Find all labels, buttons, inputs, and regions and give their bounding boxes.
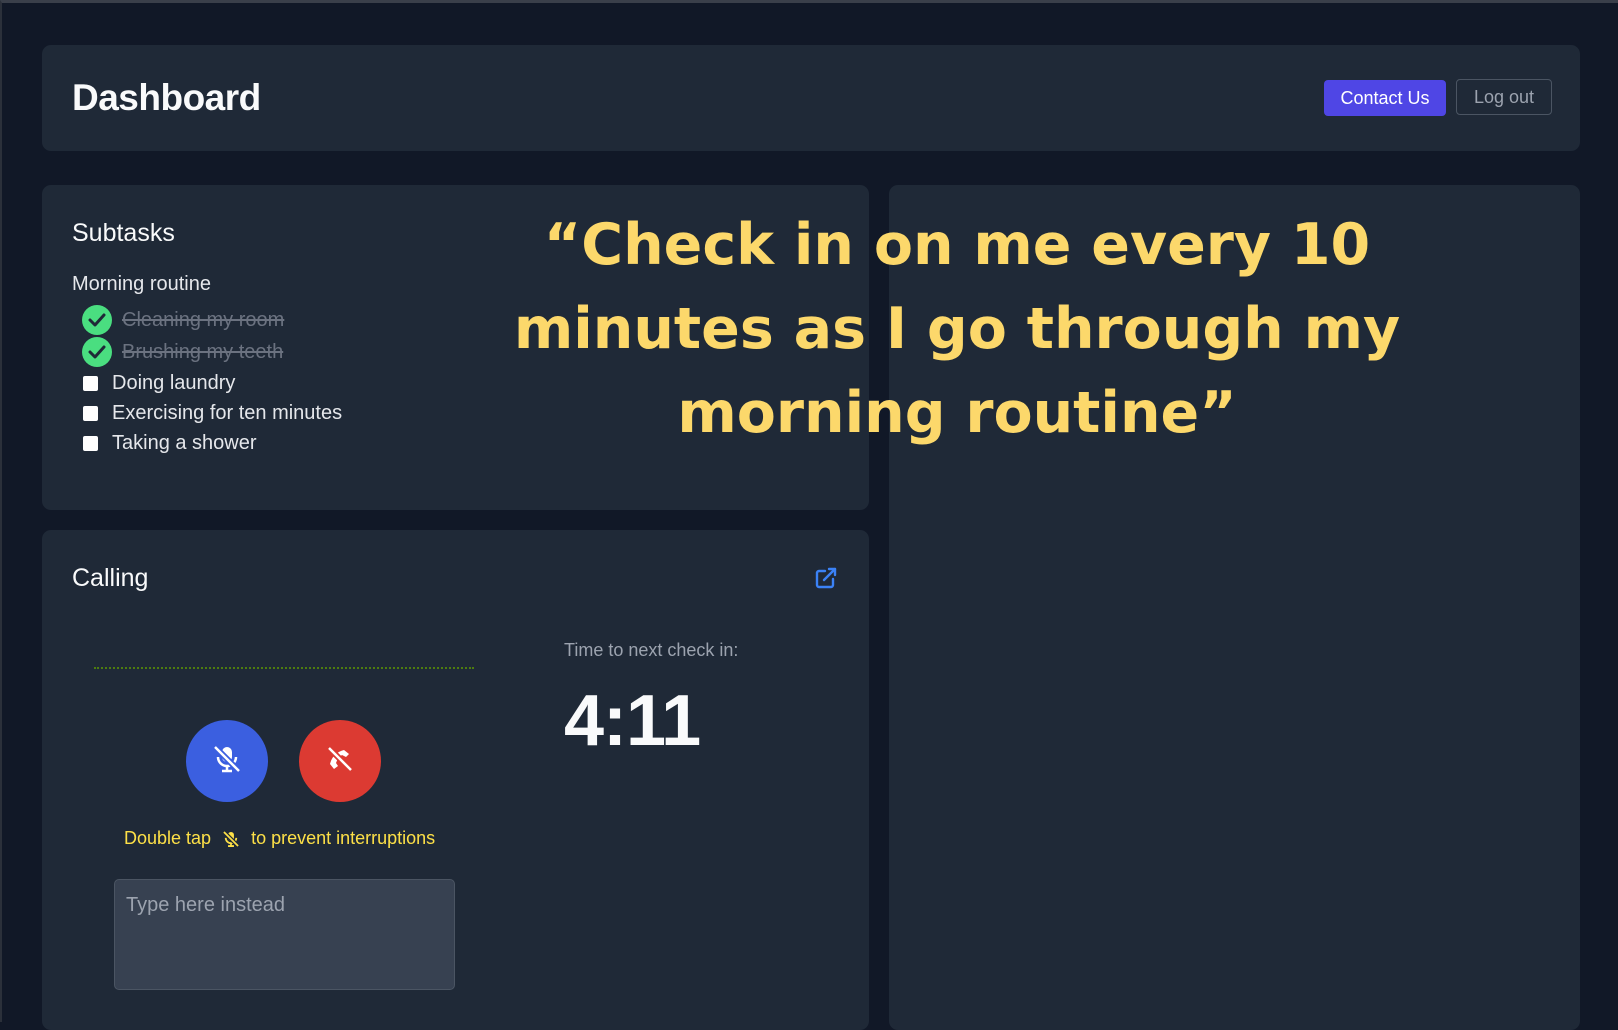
audio-waveform	[94, 667, 474, 669]
page-title: Dashboard	[72, 77, 261, 118]
timer-label: Time to next check in:	[564, 640, 739, 660]
task-label: Cleaning my room	[122, 308, 285, 331]
routine-name: Morning routine	[72, 273, 211, 295]
calling-title: Calling	[72, 564, 149, 592]
phone-off-icon	[323, 742, 357, 781]
mute-button[interactable]	[186, 720, 268, 802]
subtasks-title: Subtasks	[72, 219, 175, 247]
quote-overlay: “Check in on me every 10 minutes as I go…	[513, 212, 1401, 446]
mic-off-icon	[222, 829, 240, 848]
task-item: Exercising for ten minutes	[82, 398, 342, 428]
task-item: Taking a shower	[82, 428, 257, 458]
task-item[interactable]: Brushing my teeth	[82, 337, 283, 367]
task-item[interactable]: Cleaning my room	[82, 305, 284, 335]
header-bar: Dashboard Contact Us Log out	[42, 45, 1580, 151]
external-link-icon[interactable]	[814, 566, 838, 590]
task-label: Brushing my teeth	[122, 340, 284, 363]
check-circle-icon	[82, 337, 112, 367]
task-label: Doing laundry	[112, 371, 236, 394]
task-checkbox[interactable]	[83, 405, 98, 421]
hint-text-before: Double tap	[124, 828, 212, 848]
task-item: Doing laundry	[82, 368, 235, 398]
mic-off-icon	[210, 742, 244, 781]
task-label: Exercising for ten minutes	[112, 401, 343, 424]
hang-up-button[interactable]	[299, 720, 381, 802]
logout-button[interactable]: Log out	[1456, 79, 1552, 115]
contact-us-button[interactable]: Contact Us	[1324, 80, 1446, 116]
timer-value: 4:11	[564, 681, 701, 761]
task-checkbox[interactable]	[83, 435, 98, 451]
interrupt-hint: Double tap to prevent interruptions	[124, 828, 435, 849]
task-checkbox[interactable]	[83, 375, 98, 391]
check-circle-icon	[82, 305, 112, 335]
task-label: Taking a shower	[112, 431, 257, 454]
hint-text-after: to prevent interruptions	[251, 828, 436, 848]
calling-card: Calling Double tap to prevent interrupti…	[42, 530, 869, 1030]
message-input[interactable]	[114, 879, 455, 990]
